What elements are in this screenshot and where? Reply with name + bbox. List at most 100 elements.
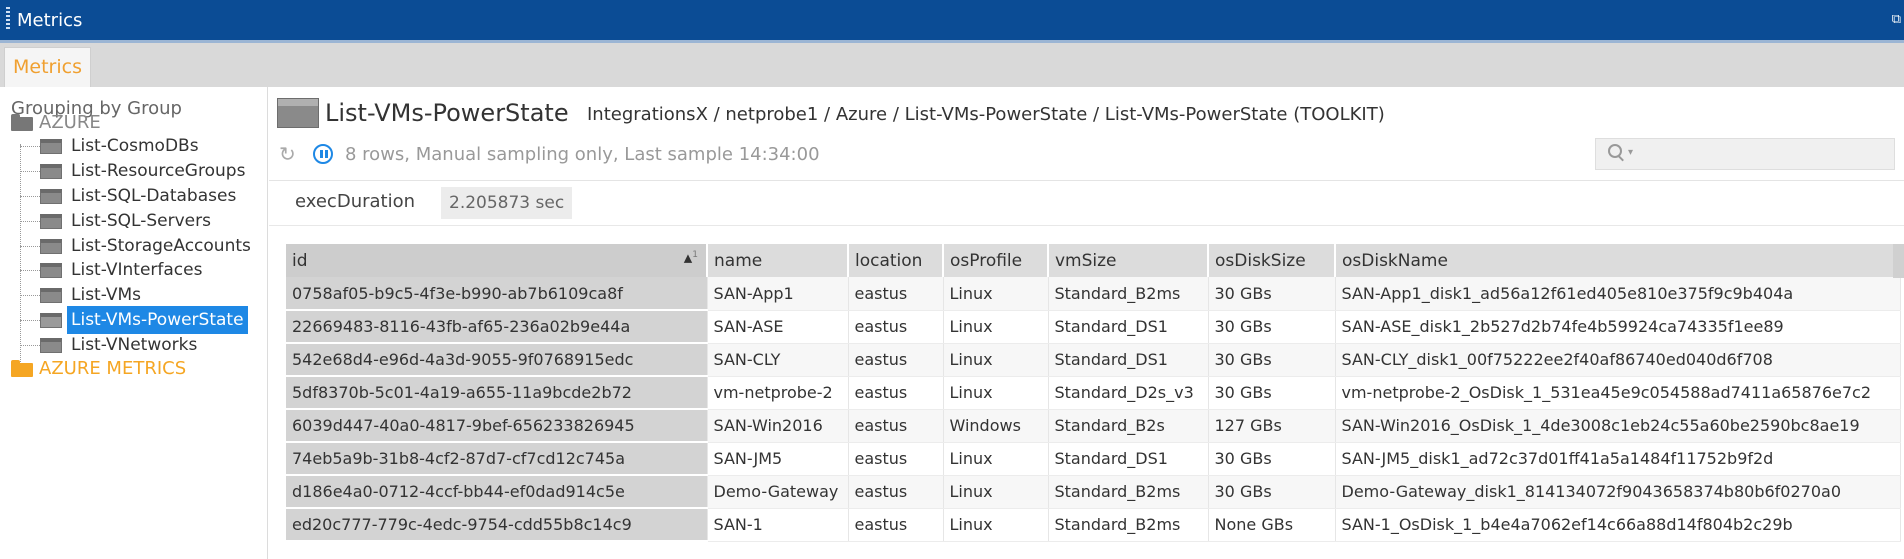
search-input[interactable]: ▾: [1595, 138, 1895, 170]
tree-group-azure-metrics[interactable]: AZURE METRICS: [11, 355, 186, 381]
folder-icon: [11, 359, 33, 377]
tab-metrics[interactable]: Metrics: [4, 47, 91, 87]
cell-name[interactable]: SAN-JM5: [707, 442, 849, 476]
cell-id[interactable]: 6039d447-40a0-4817-9bef-656233826945: [286, 409, 708, 443]
cell-id[interactable]: 74eb5a9b-31b8-4cf2-87d7-cf7cd12c745a: [286, 442, 708, 476]
cell-name[interactable]: Demo-Gateway: [707, 475, 849, 509]
column-header-osdisksize[interactable]: osDiskSize: [1208, 244, 1336, 277]
table-row[interactable]: 22669483-8116-43fb-af65-236a02b9e44a SAN…: [286, 310, 1901, 344]
column-header-name[interactable]: name: [707, 244, 849, 277]
dataview-icon: [40, 312, 62, 328]
sidebar: Grouping by Group AZURE List-CosmoDBs Li…: [0, 87, 268, 559]
cell-location[interactable]: eastus: [848, 310, 944, 344]
cell-location[interactable]: eastus: [848, 508, 944, 542]
cell-osprofile[interactable]: Windows: [943, 409, 1049, 443]
cell-osdisksize[interactable]: 30 GBs: [1208, 442, 1336, 476]
column-header-vmsize[interactable]: vmSize: [1048, 244, 1209, 277]
drag-handle-icon[interactable]: [6, 7, 10, 31]
restore-icon[interactable]: ⧉: [1892, 13, 1902, 27]
table-row[interactable]: 74eb5a9b-31b8-4cf2-87d7-cf7cd12c745a SAN…: [286, 442, 1901, 476]
cell-osdisksize[interactable]: 30 GBs: [1208, 475, 1336, 509]
table-row[interactable]: 542e68d4-e96d-4a3d-9055-9f0768915edc SAN…: [286, 343, 1901, 377]
cell-osprofile[interactable]: Linux: [943, 442, 1049, 476]
headline-value: 2.205873 sec: [441, 187, 573, 219]
dataview-icon: [40, 262, 62, 278]
cell-osprofile[interactable]: Linux: [943, 475, 1049, 509]
cell-vmsize[interactable]: Standard_DS1: [1048, 310, 1209, 344]
table-row[interactable]: d186e4a0-0712-4ccf-bb44-ef0dad914c5e Dem…: [286, 475, 1901, 509]
cell-osdisksize[interactable]: None GBs: [1208, 508, 1336, 542]
cell-location[interactable]: eastus: [848, 343, 944, 377]
dataview-icon: [40, 238, 62, 254]
cell-osdisksize[interactable]: 127 GBs: [1208, 409, 1336, 443]
table-row[interactable]: 0758af05-b9c5-4f3e-b990-ab7b6109ca8f SAN…: [286, 277, 1901, 311]
table-row[interactable]: 6039d447-40a0-4817-9bef-656233826945 SAN…: [286, 409, 1901, 443]
cell-osdiskname[interactable]: vm-netprobe-2_OsDisk_1_531ea45e9c054588a…: [1335, 376, 1901, 410]
cell-osdisksize[interactable]: 30 GBs: [1208, 343, 1336, 377]
chevron-down-icon: ▾: [1628, 147, 1634, 158]
cell-id[interactable]: d186e4a0-0712-4ccf-bb44-ef0dad914c5e: [286, 475, 708, 509]
cell-name[interactable]: SAN-ASE: [707, 310, 849, 344]
table-row[interactable]: ed20c777-779c-4edc-9754-cdd55b8c14c9 SAN…: [286, 508, 1901, 542]
cell-osprofile[interactable]: Linux: [943, 343, 1049, 377]
cell-osprofile[interactable]: Linux: [943, 277, 1049, 311]
table-row[interactable]: 5df8370b-5c01-4a19-a655-11a9bcde2b72 vm-…: [286, 376, 1901, 410]
divider: [269, 180, 1904, 181]
cell-location[interactable]: eastus: [848, 442, 944, 476]
column-overflow-handle[interactable]: [1893, 244, 1904, 278]
cell-osdisksize[interactable]: 30 GBs: [1208, 310, 1336, 344]
cell-name[interactable]: SAN-Win2016: [707, 409, 849, 443]
cell-id[interactable]: 22669483-8116-43fb-af65-236a02b9e44a: [286, 310, 708, 344]
cell-vmsize[interactable]: Standard_B2ms: [1048, 508, 1209, 542]
table-header-row: id ▲1 name location osProfile vmSize osD…: [286, 244, 1901, 277]
cell-vmsize[interactable]: Standard_B2s: [1048, 409, 1209, 443]
search-icon: [1608, 144, 1624, 160]
tab-strip: Metrics: [0, 43, 1904, 87]
column-header-location[interactable]: location: [848, 244, 944, 277]
column-header-osdiskname[interactable]: osDiskName: [1335, 244, 1901, 277]
column-header-id[interactable]: id ▲1: [286, 244, 708, 277]
pause-icon[interactable]: [313, 144, 333, 164]
cell-osdiskname[interactable]: SAN-1_OsDisk_1_b4e4a7062ef14c66a88d14f80…: [1335, 508, 1901, 542]
cell-location[interactable]: eastus: [848, 277, 944, 311]
cell-osdiskname[interactable]: SAN-JM5_disk1_ad72c37d01ff41a5a1484f1175…: [1335, 442, 1901, 476]
cell-vmsize[interactable]: Standard_DS1: [1048, 442, 1209, 476]
dataview-icon: [277, 98, 319, 128]
folder-icon: [11, 113, 33, 131]
dataview-icon: [40, 213, 62, 229]
cell-osdiskname[interactable]: SAN-App1_disk1_ad56a12f61ed405e810e375f9…: [1335, 277, 1901, 311]
dataview-icon: [40, 138, 62, 154]
cell-osdiskname[interactable]: SAN-Win2016_OsDisk_1_4de3008c1eb24c55a60…: [1335, 409, 1901, 443]
cell-osdiskname[interactable]: Demo-Gateway_disk1_814134072f9043658374b…: [1335, 475, 1901, 509]
cell-osdiskname[interactable]: SAN-ASE_disk1_2b527d2b74fe4b59924ca74335…: [1335, 310, 1901, 344]
breadcrumb: IntegrationsX / netprobe1 / Azure / List…: [587, 104, 1385, 125]
cell-vmsize[interactable]: Standard_DS1: [1048, 343, 1209, 377]
cell-id[interactable]: 0758af05-b9c5-4f3e-b990-ab7b6109ca8f: [286, 277, 708, 311]
cell-osdisksize[interactable]: 30 GBs: [1208, 277, 1336, 311]
cell-location[interactable]: eastus: [848, 376, 944, 410]
cell-name[interactable]: SAN-1: [707, 508, 849, 542]
cell-id[interactable]: 5df8370b-5c01-4a19-a655-11a9bcde2b72: [286, 376, 708, 410]
cell-name[interactable]: SAN-CLY: [707, 343, 849, 377]
cell-osprofile[interactable]: Linux: [943, 508, 1049, 542]
cell-vmsize[interactable]: Standard_B2ms: [1048, 475, 1209, 509]
column-header-osprofile[interactable]: osProfile: [943, 244, 1049, 277]
tree-group-label: AZURE METRICS: [39, 357, 187, 379]
cell-id[interactable]: ed20c777-779c-4edc-9754-cdd55b8c14c9: [286, 508, 708, 542]
cell-name[interactable]: vm-netprobe-2: [707, 376, 849, 410]
cell-location[interactable]: eastus: [848, 475, 944, 509]
cell-vmsize[interactable]: Standard_B2ms: [1048, 277, 1209, 311]
cell-osprofile[interactable]: Linux: [943, 376, 1049, 410]
cell-osdiskname[interactable]: SAN-CLY_disk1_00f75222ee2f40af86740ed040…: [1335, 343, 1901, 377]
cell-location[interactable]: eastus: [848, 409, 944, 443]
cell-osdisksize[interactable]: 30 GBs: [1208, 376, 1336, 410]
cell-osprofile[interactable]: Linux: [943, 310, 1049, 344]
cell-id[interactable]: 542e68d4-e96d-4a3d-9055-9f0768915edc: [286, 343, 708, 377]
dataview-icon: [40, 188, 62, 204]
sampling-status: 8 rows, Manual sampling only, Last sampl…: [345, 144, 820, 165]
cell-name[interactable]: SAN-App1: [707, 277, 849, 311]
cell-vmsize[interactable]: Standard_D2s_v3: [1048, 376, 1209, 410]
dataview-icon: [40, 287, 62, 303]
refresh-icon[interactable]: ↻: [279, 143, 296, 165]
dataview-icon: [40, 163, 62, 179]
